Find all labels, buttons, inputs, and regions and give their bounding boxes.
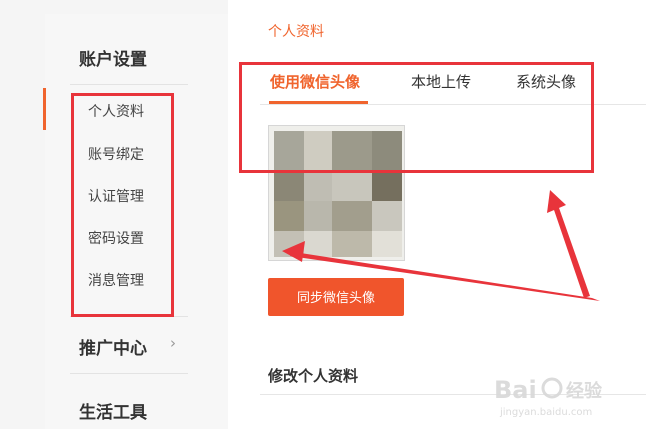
arrow-to-tabs	[553, 205, 590, 298]
svg-text:经验: 经验	[566, 380, 603, 402]
svg-text:jingyan.baidu.com: jingyan.baidu.com	[499, 407, 592, 418]
arrow-to-avatar	[290, 252, 600, 301]
arrow-head-avatar	[282, 241, 305, 262]
baidu-jingyan-watermark: Bai 经验 jingyan.baidu.com	[494, 376, 603, 418]
svg-text:Bai: Bai	[494, 376, 537, 404]
annotation-arrows	[282, 190, 600, 301]
